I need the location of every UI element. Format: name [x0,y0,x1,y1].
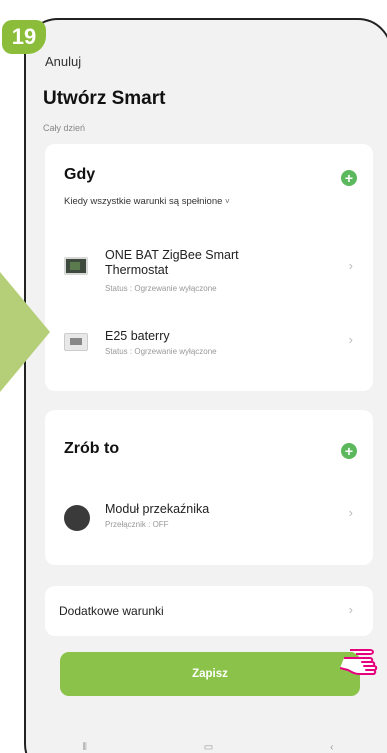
pointer-arrow-icon [0,272,50,392]
item-name: E25 baterry [105,329,170,343]
chevron-right-icon: › [348,332,353,347]
chevron-right-icon: › [348,258,353,273]
item-status: Status : Ogrzewanie wyłączone [105,347,217,356]
when-card: Gdy + Kiedy wszystkie warunki są spełnio… [45,144,373,391]
chevron-down-icon: ˅ [225,197,230,206]
then-title: Zrób to [64,440,120,457]
step-badge: 19 [2,20,46,54]
add-condition-button[interactable]: + [341,170,357,186]
recent-apps-icon[interactable]: ⦀ [82,742,86,753]
home-icon[interactable]: ▭ [204,742,213,753]
cancel-button[interactable]: Anuluj [45,54,81,69]
item-name: Moduł przekaźnika [105,502,210,516]
screenshot-frame: 19 Anuluj Utwórz Smart Cały dzień Gdy + … [0,0,387,753]
plus-icon: + [344,443,354,459]
pointing-hand-icon [340,649,378,675]
chevron-right-icon: › [348,602,353,617]
then-card: Zrób to + Moduł przekaźnika Przełącznik … [45,410,373,565]
condition-dropdown[interactable]: Kiedy wszystkie warunki są spełnione ˅ [64,196,230,207]
thermostat-icon [64,333,88,351]
condition-label: Kiedy wszystkie warunki są spełnione [64,196,223,207]
add-action-button[interactable]: + [341,443,357,459]
chevron-right-icon: › [348,505,353,520]
relay-module-icon [64,505,90,531]
thermostat-icon [64,257,88,275]
back-icon[interactable]: ‹ [330,742,333,753]
item-name: ONE BAT ZigBee Smart Thermostat [105,248,239,277]
save-button[interactable]: Zapisz [60,652,360,696]
page-title: Utwórz Smart [43,88,166,109]
schedule-label[interactable]: Cały dzień [43,123,85,133]
item-status: Przełącznik : OFF [105,520,169,529]
item-status: Status : Ogrzewanie wyłączone [105,284,217,293]
when-title: Gdy [64,166,96,183]
system-nav-bar: ⦀ ▭ ‹ [24,742,387,753]
additional-conditions-label: Dodatkowe warunki [59,604,164,618]
additional-conditions-row[interactable]: Dodatkowe warunki › [45,586,373,636]
plus-icon: + [344,170,354,186]
